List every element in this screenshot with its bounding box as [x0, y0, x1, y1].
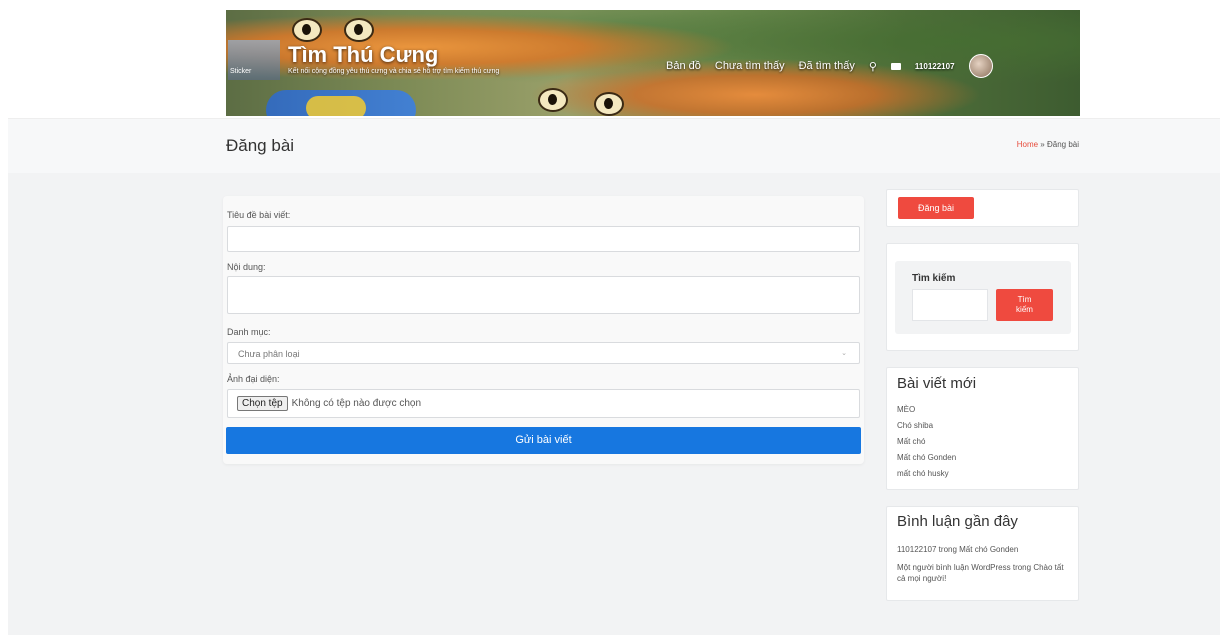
title-label: Tiêu đề bài viết:	[227, 210, 291, 220]
category-selected: Chưa phân loại	[238, 349, 300, 359]
recent-comment-item: 110122107 trong Mất chó Gonden	[897, 544, 1067, 555]
recent-posts-title: Bài viết mới	[897, 375, 977, 392]
image-label: Ảnh đại diện:	[227, 374, 280, 384]
banner-scarf-accent	[306, 96, 366, 116]
category-select[interactable]: Chưa phân loại ⌄	[227, 342, 860, 364]
recent-post-link[interactable]: MÈO	[897, 405, 915, 414]
search-icon[interactable]: ⚲	[869, 60, 877, 73]
page-title: Đăng bài	[226, 136, 295, 155]
search-button-line2: kiếm	[1016, 305, 1033, 314]
recent-comment-item: Một người bình luận WordPress trong Chào…	[897, 562, 1067, 584]
chevron-down-icon: ⌄	[841, 350, 847, 357]
nav-ban-do[interactable]: Bản đồ	[666, 60, 701, 72]
avatar[interactable]	[968, 54, 993, 78]
comment-author[interactable]: 110122107	[897, 545, 936, 554]
sidebar-post-button[interactable]: Đăng bài	[898, 197, 974, 219]
username[interactable]: 110122107	[915, 62, 955, 71]
comment-connector: trong	[936, 545, 960, 554]
image-file-input[interactable]: Chọn tệp Không có tệp nào được chọn	[227, 389, 860, 418]
header-banner: Sticker Tìm Thú Cưng Kết nối cộng đồng y…	[226, 10, 1080, 116]
file-status: Không có tệp nào được chọn	[291, 398, 422, 409]
comment-post-link[interactable]: Mất chó Gonden	[959, 545, 1018, 554]
main-nav: Bản đồ Chưa tìm thấy Đã tìm thấy ⚲ 11012…	[666, 54, 993, 78]
logo-caption: Sticker	[230, 68, 252, 75]
search-button-line1: Tìm	[1017, 295, 1032, 304]
mail-icon[interactable]	[890, 62, 901, 70]
recent-post-link[interactable]: Chó shiba	[897, 421, 933, 430]
breadcrumb-home[interactable]: Home	[1017, 140, 1038, 149]
comment-author[interactable]: Một người bình luận WordPress	[897, 563, 1011, 572]
breadcrumb-separator: »	[1038, 140, 1047, 149]
site-description: Kết nối cộng đồng yêu thú cưng và chia s…	[288, 68, 500, 75]
breadcrumb: Home » Đăng bài	[1017, 140, 1079, 149]
category-label: Danh mục:	[227, 327, 271, 337]
content-label: Nội dung:	[227, 262, 266, 272]
content-textarea[interactable]	[227, 276, 860, 314]
cat-eye-right	[344, 18, 374, 42]
recent-post-link[interactable]: mất chó husky	[897, 469, 949, 478]
nav-chua-tim-thay[interactable]: Chưa tìm thấy	[715, 60, 785, 72]
submit-post-button[interactable]: Gửi bài viết	[226, 427, 861, 454]
recent-comments-title: Bình luận gần đây	[897, 513, 1018, 530]
recent-post-link[interactable]: Mất chó	[897, 437, 925, 446]
site-title[interactable]: Tìm Thú Cưng	[288, 42, 438, 68]
cat-eye-left	[292, 18, 322, 42]
breadcrumb-current: Đăng bài	[1046, 140, 1079, 149]
nav-da-tim-thay[interactable]: Đã tìm thấy	[799, 60, 855, 72]
title-input[interactable]	[227, 226, 860, 252]
kitten-eye-left	[538, 88, 568, 112]
comment-connector: trong	[1010, 563, 1034, 572]
search-input[interactable]	[912, 289, 988, 321]
recent-post-link[interactable]: Mất chó Gonden	[897, 453, 956, 462]
kitten-eye-right	[594, 92, 624, 116]
search-button[interactable]: Tìm kiếm	[996, 289, 1053, 321]
search-label: Tìm kiếm	[912, 273, 956, 284]
choose-file-button[interactable]: Chọn tệp	[237, 396, 288, 411]
